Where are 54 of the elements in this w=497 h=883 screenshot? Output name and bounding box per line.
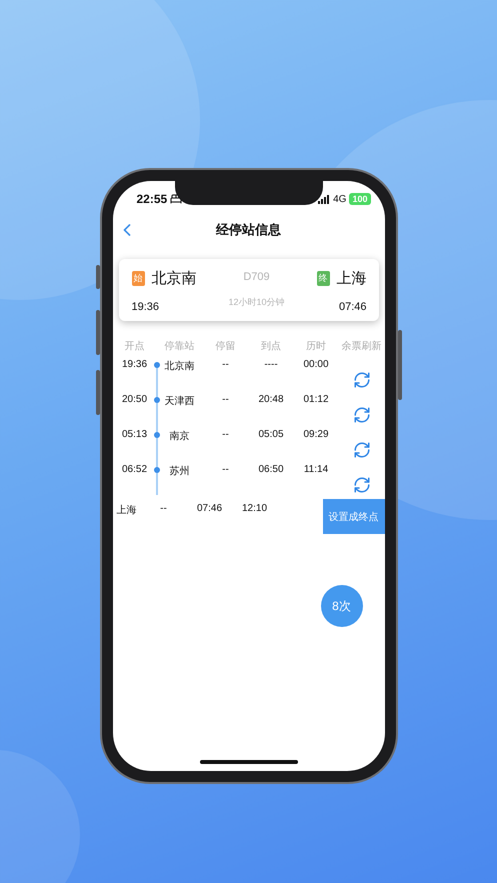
column-header: 到点 [261,340,281,353]
depart-time: 06:52 [122,464,148,475]
timeline-dot [154,432,160,438]
timeline-dot [154,397,160,403]
network-label: 4G [333,194,346,204]
set-destination-button[interactable]: 设置成终点 [322,499,384,534]
elapsed-time: 00:00 [303,359,329,370]
bed-icon [170,193,182,205]
start-tag: 始 [132,271,144,286]
end-tag: 终 [316,271,330,286]
elapsed-time: 12:10 [240,503,268,514]
station-name: 上海 [116,504,138,517]
stay-time: -- [222,394,229,405]
column-header: 停靠站 [164,340,194,353]
station-name: 南京 [170,430,190,443]
arrive-time: 07:46 [338,301,366,313]
count-button[interactable]: 8次 [320,585,362,627]
arrive-time: 07:46 [196,503,224,514]
trip-duration: 12小时10分钟 [228,296,285,309]
depart-time: 20:50 [122,394,148,405]
column-header: 余票刷新 [342,340,382,353]
column-header: 历时 [306,340,326,353]
column-header: 开点 [124,340,144,353]
elapsed-time: 01:12 [303,394,329,405]
timeline-dot [154,467,160,473]
stay-time: -- [222,359,229,370]
stay-time: -- [222,464,229,475]
signal-icon [318,194,330,204]
refresh-icon[interactable] [352,406,370,424]
refresh-icon[interactable] [352,476,370,494]
column-header: 停留 [216,340,236,353]
refresh-icon[interactable] [352,371,370,389]
depart-time: 19:36 [132,301,160,313]
arrive-time: ---- [264,359,278,370]
station-name: 北京南 [152,269,196,288]
elapsed-time: 11:14 [304,464,328,475]
station-name: 上海 [336,269,366,288]
arrive-time: 06:50 [258,464,284,475]
battery-level: 100 [349,193,370,205]
elapsed-time: 09:29 [303,429,329,440]
refresh-icon[interactable] [352,441,370,459]
status-time: 22:55 [136,192,168,206]
station-name: 北京南 [164,360,194,373]
page-title: 经停站信息 [216,221,281,239]
depart-time: 05:13 [122,429,148,440]
arrive-time: 20:48 [258,394,284,405]
stay-time: -- [159,503,168,514]
train-number: D709 [243,271,270,283]
station-name: 天津西 [164,394,194,408]
timeline-dot [154,362,160,368]
station-name: 苏州 [170,464,190,478]
stay-time: -- [222,429,229,440]
arrive-time: 05:05 [258,429,284,440]
depart-time: 19:36 [122,359,148,370]
